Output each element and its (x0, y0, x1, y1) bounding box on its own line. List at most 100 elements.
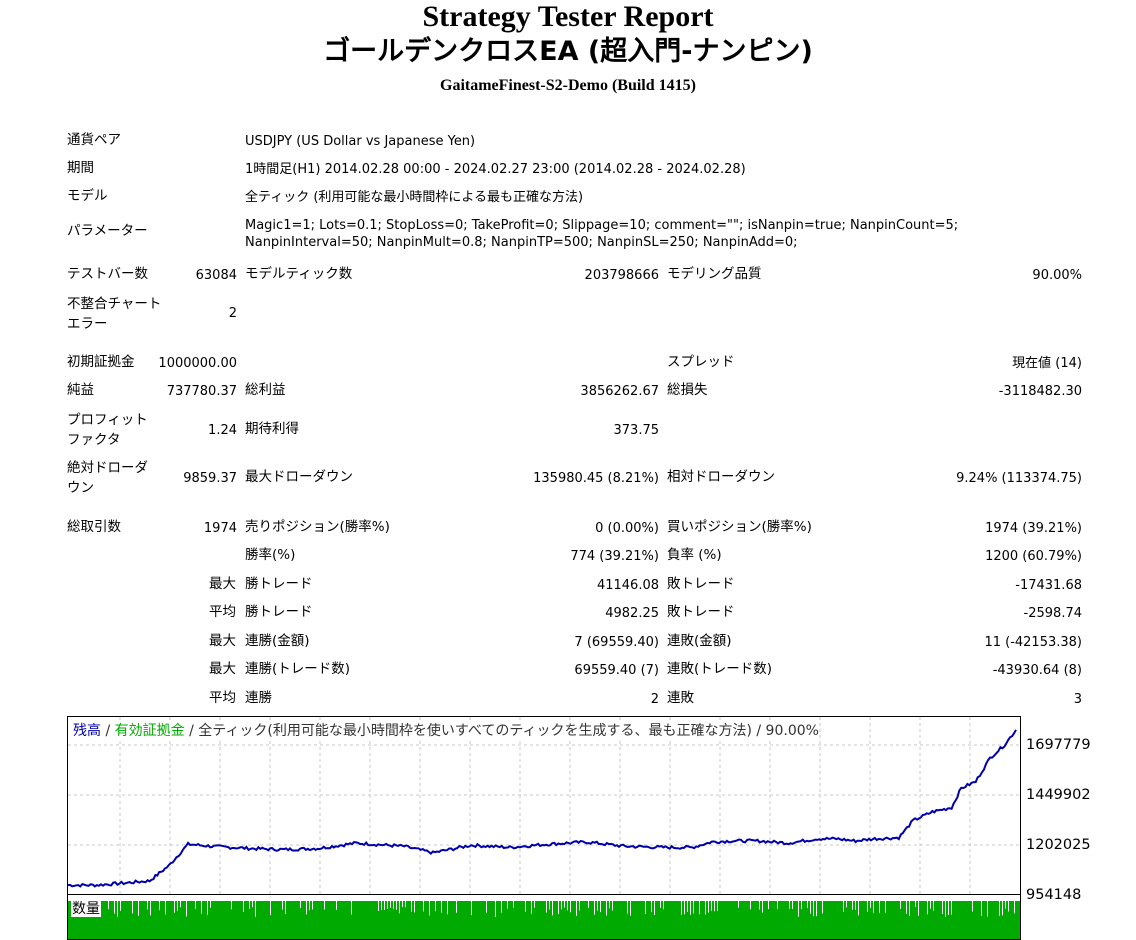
avg-word-1: 平均 (209, 604, 236, 620)
max-consec-lossamt-label: 連敗(トレード数) (667, 661, 773, 677)
volume-gap (801, 901, 802, 910)
volume-gap (252, 901, 253, 908)
period-label: 期間 (67, 160, 94, 176)
volume-gap (501, 901, 502, 913)
volume-gap (597, 901, 598, 911)
volume-gap (399, 901, 400, 914)
quality-label: モデリング品質 (667, 266, 762, 282)
y-tick-label: 1449902 (1026, 787, 1091, 803)
long-label: 買いポジション(勝率%) (667, 519, 812, 535)
symbol-label: 通貨ペア (67, 132, 121, 148)
volume-gap (387, 901, 388, 909)
volume-gap (762, 901, 763, 913)
volume-gap (558, 901, 559, 914)
volume-gap (411, 901, 412, 912)
largest-win-value: 41146.08 (596, 578, 659, 593)
volume-gap (867, 901, 868, 912)
volume-gap (165, 901, 166, 915)
largest-loss-label: 敗トレード (667, 576, 735, 592)
volume-gap (180, 901, 181, 908)
volume-gap (906, 901, 907, 914)
period-value: 1時間足(H1) 2014.02.28 00:00 - 2024.02.27 2… (245, 162, 746, 177)
volume-gap (612, 901, 613, 911)
volume-gap (846, 901, 847, 908)
avg-consec-loss-value: 3 (1073, 692, 1082, 707)
server-name: GaitameFinest-S2-Demo (Build 1415) (440, 77, 696, 94)
y-tick-label: 1697779 (1026, 737, 1091, 753)
avg-consec-win-value: 2 (650, 692, 659, 707)
volume-gap (873, 901, 874, 913)
rel-dd-value: 9.24% (113374.75) (956, 471, 1082, 486)
abs-dd-value: 9859.37 (183, 471, 237, 486)
volume-gap (690, 901, 691, 915)
pf-label: プロフィットファクタ (67, 412, 148, 448)
avg-word-2: 平均 (209, 690, 236, 706)
loss-label: 負率 (%) (667, 547, 722, 563)
volume-gap (561, 901, 562, 910)
model-value: 全ティック (利用可能な最小時間枠による最も正確な方法) (245, 190, 584, 205)
volume-gap (255, 901, 256, 917)
volume-gap (435, 901, 436, 912)
max-word-1: 最大 (209, 576, 236, 592)
volume-chart-svg (68, 901, 1020, 939)
short-label: 売りポジション(勝率%) (245, 519, 390, 535)
volume-gap (714, 901, 715, 912)
volume-gap (909, 901, 910, 916)
legend-description: / 全ティック(利用可能な最小時間枠を使いすべてのティックを生成する、最も正確な… (184, 723, 819, 739)
volume-gap (231, 901, 232, 910)
quality-value: 90.00% (1032, 268, 1082, 283)
volume-gap (117, 901, 118, 917)
volume-gap (858, 901, 859, 916)
volume-gap (927, 901, 928, 915)
net-value: 737780.37 (166, 384, 237, 399)
volume-gap (381, 901, 382, 911)
volume-gap (396, 901, 397, 910)
volume-gap (630, 901, 631, 916)
volume-gap (822, 901, 823, 914)
payoff-label: 期待利得 (245, 421, 299, 437)
volume-gap (711, 901, 712, 911)
volume-label: 数量 (71, 901, 101, 917)
volume-gap (174, 901, 175, 913)
volume-gap (114, 901, 115, 914)
net-label: 純益 (67, 382, 94, 398)
volume-gap (402, 901, 403, 908)
volume-gap (447, 901, 448, 915)
volume-gap (627, 901, 628, 914)
spread-value: 現在値 (14) (1012, 356, 1082, 371)
volume-gap (312, 901, 313, 910)
volume-gap (609, 901, 610, 909)
legend-equity: 有効証拠金 (114, 723, 185, 739)
volume-gap (384, 901, 385, 910)
volume-gap (708, 901, 709, 913)
volume-gap (600, 901, 601, 913)
volume-gap (777, 901, 778, 909)
params-label: パラメーター (67, 223, 148, 239)
bars-label: テストバー数 (67, 266, 148, 282)
max-consec-loss-value: 11 (-42153.38) (984, 635, 1082, 650)
largest-win-label: 勝トレード (245, 576, 313, 592)
volume-gap (663, 901, 664, 910)
max-consec-lossamt-value: -43930.64 (8) (992, 663, 1082, 678)
volume-gap (1008, 901, 1009, 912)
mismatch-value: 2 (228, 306, 237, 321)
legend-balance: 残高 (73, 723, 101, 739)
volume-gap (852, 901, 853, 910)
max-dd-label: 最大ドローダウン (245, 469, 353, 485)
trades-label: 総取引数 (67, 519, 121, 535)
volume-gap (567, 901, 568, 911)
volume-gap (186, 901, 187, 917)
volume-gap (651, 901, 652, 913)
volume-gap (306, 901, 307, 915)
symbol-value: USDJPY (US Dollar vs Japanese Yen) (245, 134, 476, 149)
ea-name: ゴールデンクロスEA (超入門-ナンピン) (323, 36, 813, 67)
gross-profit-value: 3856262.67 (580, 384, 659, 399)
volume-gap (249, 901, 250, 909)
volume-gap (120, 901, 121, 911)
balance-chart: 残高 / 有効証拠金 / 全ティック(利用可能な最小時間枠を使いすべてのティック… (67, 716, 1021, 895)
volume-gap (378, 901, 379, 912)
volume-gap (987, 901, 988, 917)
trades-value: 1974 (203, 521, 237, 536)
volume-gap (456, 901, 457, 913)
deposit-value: 1000000.00 (158, 356, 237, 371)
